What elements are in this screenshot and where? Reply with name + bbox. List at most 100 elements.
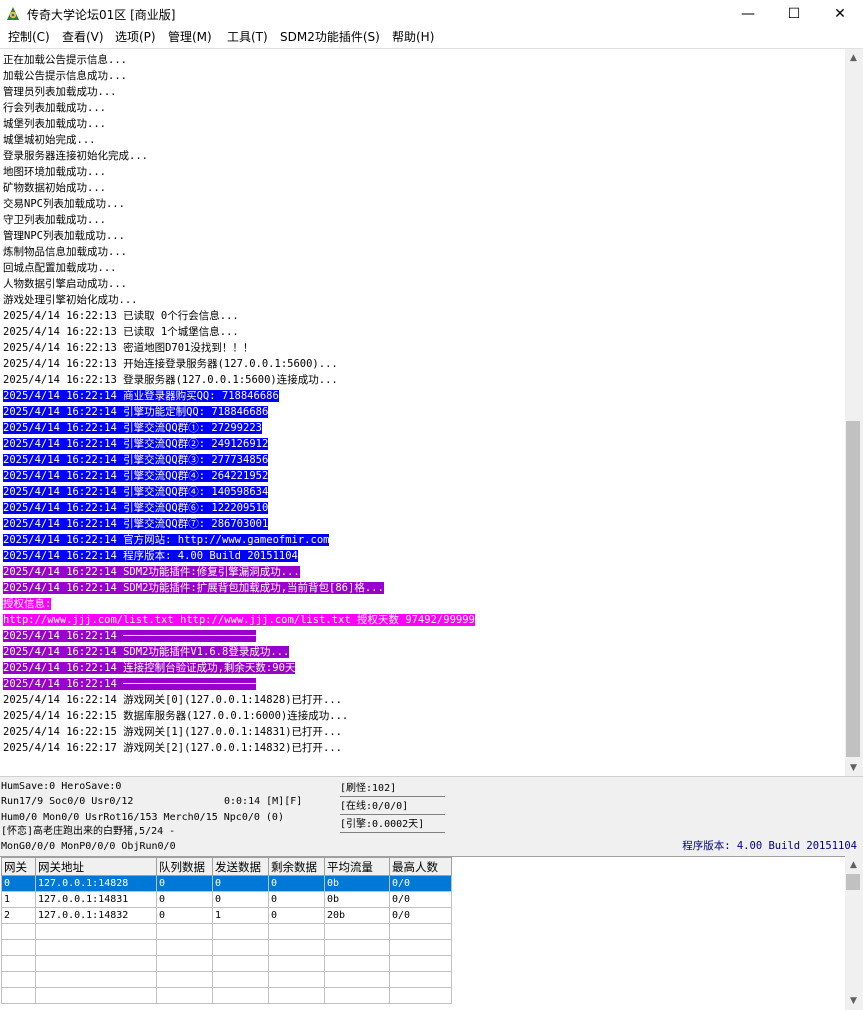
table-row[interactable]: 0 127.0.0.1:14828 0 0 0 0b 0/0 — [1, 875, 452, 892]
table-cell — [1, 971, 36, 988]
log-line-text: 2025/4/14 16:22:14 引擎交流QQ群⑥: 122209510 — [3, 502, 269, 514]
log-line-text: 2025/4/14 16:22:17 游戏网关[2](127.0.0.1:148… — [3, 742, 343, 754]
status-humsave: HumSave:0 HeroSave:0 — [1, 781, 122, 792]
table-cell: 0 — [1, 875, 36, 892]
empty-row — [1, 939, 452, 956]
table-cell — [324, 923, 390, 940]
scroll-down-icon[interactable]: ▼ — [845, 759, 862, 776]
log-line-text: 2025/4/14 16:22:14 程序版本: 4.00 Build 2015… — [3, 550, 298, 562]
status-hum: Hum0/0 Mon0/0 UsrRot16/153 Merch0/15 Npc… — [1, 812, 284, 823]
log-line-text: 2025/4/14 16:22:14 引擎交流QQ群④: 264221952 — [3, 470, 269, 482]
table-cell: 0 — [156, 891, 213, 908]
table-cell — [156, 923, 213, 940]
menu-help[interactable]: 帮助(H) — [392, 29, 434, 46]
grid-column-header[interactable]: 网关 — [1, 857, 36, 876]
table-cell — [35, 987, 157, 1004]
grid-column-header[interactable]: 发送数据 — [212, 857, 269, 876]
table-cell: 127.0.0.1:14832 — [35, 907, 157, 924]
grid-column-header[interactable]: 网关地址 — [35, 857, 157, 876]
log-line: 2025/4/14 16:22:14 游戏网关[0](127.0.0.1:148… — [3, 692, 342, 708]
grid-scroll-down-icon[interactable]: ▼ — [845, 992, 862, 1009]
table-cell — [212, 987, 269, 1004]
table-cell: 0b — [324, 875, 390, 892]
table-cell — [324, 987, 390, 1004]
grid-column-header[interactable]: 最高人数 — [389, 857, 452, 876]
menu-control[interactable]: 控制(C) — [8, 29, 50, 46]
log-line: 城堡列表加载成功... — [3, 116, 106, 132]
menu-options[interactable]: 选项(P) — [115, 29, 156, 46]
scroll-up-icon[interactable]: ▲ — [845, 49, 862, 66]
table-cell — [268, 955, 325, 972]
grid-column-header[interactable]: 平均流量 — [324, 857, 390, 876]
gateway-grid[interactable]: 网关 网关地址 队列数据 发送数据 剩余数据 平均流量 最高人数 0 127.0.0.1:14… — [0, 856, 845, 1010]
log-line: 人物数据引擎启动成功... — [3, 276, 127, 292]
menu-manage[interactable]: 管理(M) — [168, 29, 212, 46]
menu-view[interactable]: 查看(V) — [62, 29, 104, 46]
log-line: 2025/4/14 16:22:14 官方网站: http://www.game… — [3, 532, 330, 548]
log-line-text: 2025/4/14 16:22:14 商业登录器购买QQ: 718846686 — [3, 390, 279, 402]
log-line-text: 城堡城初始完成... — [3, 134, 96, 146]
log-line-text: 2025/4/14 16:22:15 游戏网关[1](127.0.0.1:148… — [3, 726, 343, 738]
table-cell: 0/0 — [389, 891, 452, 908]
menu-sdm2-plugin[interactable]: SDM2功能插件(S) — [280, 29, 380, 46]
log-line-text: 游戏处理引擎初始化成功... — [3, 294, 138, 306]
log-line-text: 2025/4/14 16:22:13 登录服务器(127.0.0.1:5600)… — [3, 374, 338, 386]
grid-scroll-up-icon[interactable]: ▲ — [845, 856, 862, 873]
status-mon: MonG0/0/0 MonP0/0/0 ObjRun0/0 — [1, 841, 176, 852]
grid-scroll-thumb[interactable] — [846, 874, 860, 890]
empty-row — [1, 955, 452, 972]
table-cell — [389, 923, 452, 940]
close-button[interactable]: ✕ — [817, 0, 863, 28]
log-scrollbar[interactable]: ▲ ▼ — [845, 49, 862, 776]
log-line-text: 交易NPC列表加载成功... — [3, 198, 125, 210]
table-cell: 0 — [156, 875, 213, 892]
status-timer: 0:0:14 [M][F] — [224, 796, 303, 807]
scroll-thumb[interactable] — [846, 421, 860, 757]
menu-bar: 控制(C) 查看(V) 选项(P) 管理(M) 工具(T) SDM2功能插件(S… — [0, 28, 863, 49]
table-cell — [268, 939, 325, 956]
grid-column-header[interactable]: 剩余数据 — [268, 857, 325, 876]
log-line-text: 守卫列表加载成功... — [3, 214, 106, 226]
table-cell — [35, 923, 157, 940]
status-run: Run17/9 Soc0/0 Usr0/12 — [1, 796, 134, 807]
log-line-text: 地图环境加载成功... — [3, 166, 106, 178]
log-line-text: 2025/4/14 16:22:14 SDM2功能插件:扩展背包加载成功,当前背… — [3, 582, 384, 594]
table-row[interactable]: 2 127.0.0.1:14832 0 1 0 20b 0/0 — [1, 907, 452, 924]
table-cell — [268, 923, 325, 940]
log-line: 管理员列表加载成功... — [3, 84, 116, 100]
maximize-button[interactable]: ☐ — [771, 0, 817, 28]
log-line: 加载公告提示信息成功... — [3, 68, 127, 84]
log-line: 2025/4/14 16:22:13 登录服务器(127.0.0.1:5600)… — [3, 372, 338, 388]
log-line-text: 回城点配置加载成功... — [3, 262, 117, 274]
table-row[interactable]: 1 127.0.0.1:14831 0 0 0 0b 0/0 — [1, 891, 452, 908]
log-line-text: 人物数据引擎启动成功... — [3, 278, 127, 290]
minimize-button[interactable]: — — [725, 0, 771, 28]
log-line-text: 2025/4/14 16:22:14 引擎功能定制QQ: 718846686 — [3, 406, 269, 418]
log-line: 2025/4/14 16:22:14 SDM2功能插件V1.6.8登录成功... — [3, 644, 290, 660]
table-cell: 0/0 — [389, 907, 452, 924]
log-line: 2025/4/14 16:22:14 引擎交流QQ群④: 140598634 — [3, 484, 269, 500]
log-line-text: 2025/4/14 16:22:14 SDM2功能插件:修复引擎漏洞成功... — [3, 566, 300, 578]
table-cell: 0 — [268, 907, 325, 924]
status-refresh: [刷怪:102] — [340, 782, 445, 797]
version-label: 程序版本: 4.00 Build 20151104 — [682, 840, 857, 852]
table-cell — [156, 939, 213, 956]
log-line: 2025/4/14 16:22:14 引擎交流QQ群⑦: 286703001 — [3, 516, 269, 532]
log-output[interactable]: 正在加载公告提示信息... 加载公告提示信息成功... 管理员列表加载成功... 行会… — [0, 49, 845, 776]
grid-column-header[interactable]: 队列数据 — [156, 857, 213, 876]
log-line: 2025/4/14 16:22:14 引擎功能定制QQ: 718846686 — [3, 404, 269, 420]
menu-tools[interactable]: 工具(T) — [227, 29, 268, 46]
table-cell: 0 — [212, 875, 269, 892]
log-line-text: 炼制物品信息加载成功... — [3, 246, 127, 258]
table-cell — [389, 987, 452, 1004]
log-line-text: 2025/4/14 16:22:14 官方网站: http://www.game… — [3, 534, 330, 546]
log-line-text: 登录服务器连接初始化完成... — [3, 150, 148, 162]
log-line: 2025/4/14 16:22:14 引擎交流QQ群④: 264221952 — [3, 468, 269, 484]
table-cell — [212, 955, 269, 972]
table-cell — [1, 987, 36, 1004]
log-line-text: http://www.jjj.com/list.txt http://www.j… — [3, 614, 475, 626]
table-cell: 0 — [268, 891, 325, 908]
log-line-text: 授权信息: — [3, 598, 52, 610]
grid-scrollbar[interactable]: ▲ ▼ — [845, 856, 862, 1009]
status-event: [怀恋]高老庄跑出来的白野猪,5/24 - — [1, 826, 176, 837]
